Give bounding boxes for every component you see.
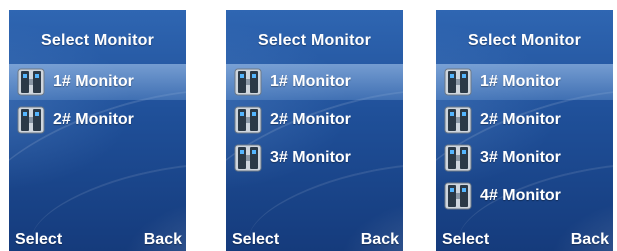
door-monitor-icon [17,106,45,134]
screen-title: Select Monitor [467,32,582,49]
door-monitor-icon [444,68,472,96]
monitor-item-4[interactable]: 4# Monitor [436,178,613,214]
door-monitor-icon [17,68,45,96]
monitor-item-label: 3# Monitor [480,149,561,166]
monitor-item-label: 1# Monitor [480,73,561,90]
select-softkey[interactable]: Select [232,231,279,249]
door-monitor-icon [444,106,472,134]
monitor-item-label: 2# Monitor [270,111,351,128]
door-monitor-icon [234,144,262,172]
screen-title: Select Monitor [257,32,372,49]
monitor-item-2[interactable]: 2# Monitor [226,102,403,138]
monitor-item-1[interactable]: 1# Monitor [436,64,613,100]
back-softkey[interactable]: Back [571,231,609,249]
monitor-item-label: 2# Monitor [53,111,134,128]
monitor-item-label: 1# Monitor [53,73,134,90]
monitor-item-label: 1# Monitor [270,73,351,90]
screen-1: Select Monitor 1# Monitor 2# Monitor Sel… [9,10,186,251]
monitor-item-label: 4# Monitor [480,187,561,204]
monitor-item-label: 2# Monitor [480,111,561,128]
back-softkey[interactable]: Back [144,231,182,249]
screen-title: Select Monitor [40,32,155,49]
door-monitor-icon [234,68,262,96]
select-softkey[interactable]: Select [15,231,62,249]
door-monitor-icon [444,182,472,210]
back-softkey[interactable]: Back [361,231,399,249]
select-softkey[interactable]: Select [442,231,489,249]
monitor-item-2[interactable]: 2# Monitor [9,102,186,138]
screen-3: Select Monitor 1# Monitor 2# Monitor 3# … [436,10,613,251]
monitor-item-1[interactable]: 1# Monitor [226,64,403,100]
monitor-item-1[interactable]: 1# Monitor [9,64,186,100]
monitor-item-3[interactable]: 3# Monitor [226,140,403,176]
door-monitor-icon [444,144,472,172]
monitor-item-3[interactable]: 3# Monitor [436,140,613,176]
monitor-item-2[interactable]: 2# Monitor [436,102,613,138]
door-monitor-icon [234,106,262,134]
monitor-item-label: 3# Monitor [270,149,351,166]
screen-2: Select Monitor 1# Monitor 2# Monitor 3# … [226,10,403,251]
